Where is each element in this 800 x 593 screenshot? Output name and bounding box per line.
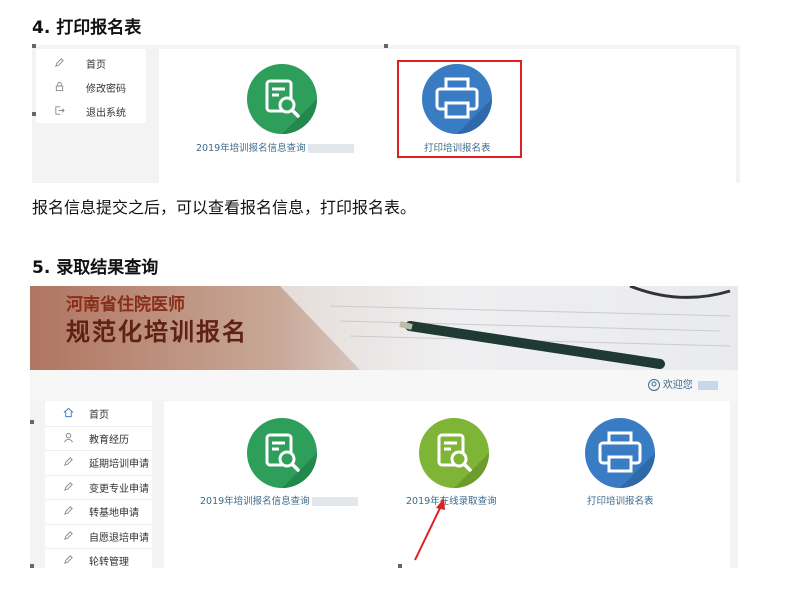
pencil-icon bbox=[55, 58, 64, 67]
section-5-heading: 5. 录取结果查询 bbox=[32, 258, 159, 278]
tile-label[interactable]: 2019年培训报名信息查询 bbox=[200, 493, 358, 507]
search-document-icon bbox=[437, 433, 489, 488]
section-4-heading: 4. 打印报名表 bbox=[32, 18, 142, 38]
registration-query-tile[interactable] bbox=[247, 64, 317, 134]
sidebar-item-label: 延期培训申请 bbox=[89, 459, 149, 470]
sidebar-item-change-password[interactable]: 修改密码 bbox=[36, 75, 146, 99]
tile-label[interactable]: 打印培训报名表 bbox=[424, 140, 491, 154]
resize-handle bbox=[398, 564, 402, 568]
sidebar-item-home[interactable]: 首页 bbox=[45, 401, 152, 427]
print-form-tile[interactable] bbox=[422, 64, 492, 134]
printer-icon bbox=[435, 77, 492, 134]
pencil-icon bbox=[64, 530, 73, 540]
user-icon bbox=[647, 379, 660, 391]
sidebar-item-rotation[interactable]: 轮转管理 bbox=[45, 548, 152, 568]
sidebar-item-label: 变更专业申请 bbox=[89, 483, 149, 495]
tile-label[interactable]: 2019年培训报名信息查询 bbox=[196, 140, 354, 154]
admission-query-screenshot: 河南省住院医师 规范化培训报名 欢迎您 首页 教育经历 延期培训申请 变更专业申… bbox=[30, 286, 738, 568]
print-form-tile[interactable] bbox=[585, 418, 655, 488]
sidebar-item-change-major[interactable]: 变更专业申请 bbox=[45, 475, 152, 500]
sidebar-item-label: 首页 bbox=[89, 410, 109, 421]
resize-handle bbox=[30, 420, 34, 424]
sidebar-item-label: 退出系统 bbox=[86, 108, 126, 119]
sidebar-item-label: 修改密码 bbox=[86, 84, 126, 95]
pencil-icon bbox=[64, 506, 73, 515]
site-banner: 河南省住院医师 规范化培训报名 bbox=[30, 286, 738, 370]
welcome-text: 欢迎您 bbox=[662, 380, 693, 391]
pencil-icon bbox=[64, 481, 73, 491]
redacted-block bbox=[311, 497, 358, 506]
tile-label[interactable]: 打印培训报名表 bbox=[587, 493, 654, 507]
sidebar-item-transfer-base[interactable]: 转基地申请 bbox=[45, 499, 152, 525]
user-icon bbox=[64, 432, 73, 442]
admission-query-tile[interactable] bbox=[419, 418, 489, 488]
tile-panel: 2019年培训报名信息查询 打印培训报名表 bbox=[159, 49, 736, 183]
sidebar-item-education[interactable]: 教育经历 bbox=[45, 426, 152, 451]
top-bar: 欢迎您 bbox=[30, 370, 738, 400]
sidebar-item-label: 首页 bbox=[86, 60, 106, 71]
search-document-icon bbox=[265, 433, 317, 488]
resize-handle bbox=[384, 44, 388, 48]
sidebar-item-label: 自愿退培申请 bbox=[89, 532, 149, 544]
banner-line2: 规范化培训报名 bbox=[66, 318, 248, 346]
resize-handle bbox=[32, 44, 36, 48]
home-icon bbox=[63, 407, 74, 418]
sidebar-item-withdraw[interactable]: 自愿退培申请 bbox=[45, 524, 152, 549]
sidebar-item-home[interactable]: 首页 bbox=[36, 51, 146, 75]
pencil-icon bbox=[64, 457, 73, 466]
resize-handle bbox=[32, 112, 36, 116]
print-form-screenshot: 首页 修改密码 退出系统 2019年培训报名信息查询 打印培训报名表 bbox=[32, 45, 740, 183]
redacted-block bbox=[698, 380, 718, 390]
description-paragraph: 报名信息提交之后，可以查看报名信息，打印报名表。 bbox=[32, 198, 417, 217]
welcome-user[interactable]: 欢迎您 bbox=[647, 376, 718, 391]
sidebar-item-deferral[interactable]: 延期培训申请 bbox=[45, 450, 152, 476]
lock-icon bbox=[55, 81, 64, 92]
resize-handle bbox=[30, 564, 34, 568]
redacted-block bbox=[307, 144, 354, 153]
sidebar: 首页 修改密码 退出系统 bbox=[36, 49, 146, 123]
logout-icon bbox=[55, 106, 65, 115]
sidebar-item-label: 轮转管理 bbox=[89, 557, 129, 568]
sidebar: 首页 教育经历 延期培训申请 变更专业申请 转基地申请 自愿退培申请 轮转管理 bbox=[45, 401, 152, 568]
sidebar-item-label: 教育经历 bbox=[89, 434, 129, 446]
pencil-icon bbox=[64, 555, 73, 564]
search-document-icon bbox=[265, 79, 317, 134]
tile-label[interactable]: 2019年在线录取查询 bbox=[406, 493, 497, 507]
sidebar-item-label: 转基地申请 bbox=[89, 508, 139, 519]
sidebar-item-logout[interactable]: 退出系统 bbox=[36, 99, 146, 123]
printer-icon bbox=[598, 431, 655, 488]
tile-panel: 2019年培训报名信息查询 2019年在线录取查询 打印培训报名表 bbox=[164, 401, 730, 568]
registration-query-tile[interactable] bbox=[247, 418, 317, 488]
